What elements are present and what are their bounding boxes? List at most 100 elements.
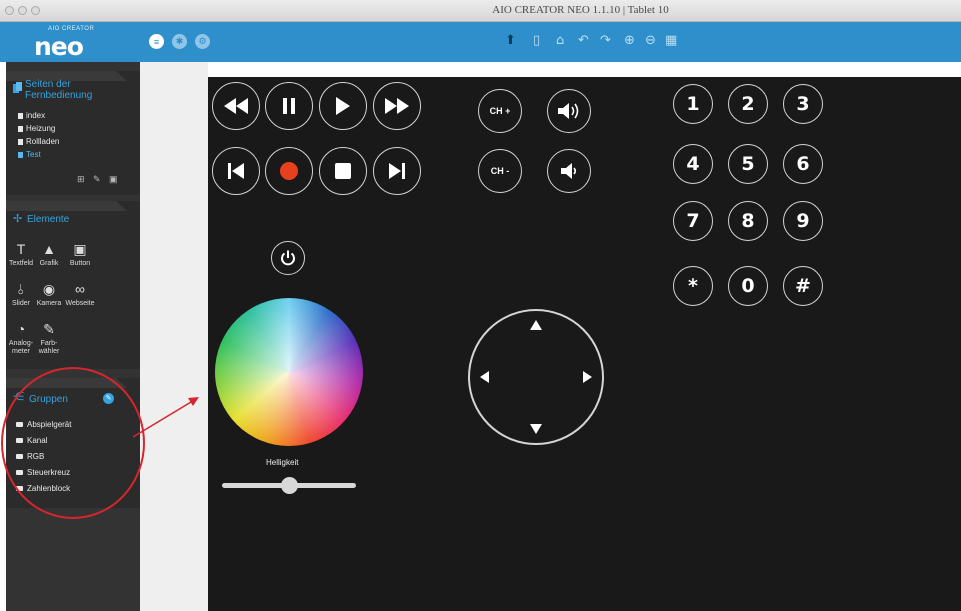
key-5-button[interactable]: 5 xyxy=(728,144,768,184)
power-icon xyxy=(281,250,295,266)
panel-header-shape xyxy=(6,378,127,388)
groups-panel: ⋲ Gruppen ✎ Abspielgerät Kanal RGB Steue… xyxy=(6,378,140,508)
folder-icon xyxy=(16,438,23,443)
groups-icon: ⋲ xyxy=(13,391,24,403)
window-title-bar: AIO CREATOR NEO 1.1.10 | Tablet 10 xyxy=(0,0,961,22)
brightness-slider-handle[interactable] xyxy=(280,477,298,494)
color-picker-icon: ✎ xyxy=(43,321,55,337)
direction-pad[interactable] xyxy=(468,309,604,445)
pages-icon xyxy=(13,82,22,93)
edit-group-icon[interactable]: ✎ xyxy=(103,393,114,404)
arrow-up-icon xyxy=(530,320,542,330)
key-8-button[interactable]: 8 xyxy=(728,201,768,241)
pause-icon xyxy=(283,98,295,114)
skip-back-icon xyxy=(228,163,244,179)
skip-forward-icon xyxy=(389,163,405,179)
button-icon: ▣ xyxy=(73,241,87,257)
window-title: AIO CREATOR NEO 1.1.10 | Tablet 10 xyxy=(492,4,669,16)
folder-icon xyxy=(16,422,23,427)
brightness-label: Helligkeit xyxy=(266,458,299,467)
remote-canvas: CH + CH - 1 2 3 4 5 6 7 8 9 * 0 # Hellig… xyxy=(208,77,961,611)
key-7-button[interactable]: 7 xyxy=(673,201,713,241)
pause-button[interactable] xyxy=(265,82,313,130)
page-icon xyxy=(18,112,23,119)
tablet-icon[interactable]: ▯ xyxy=(533,33,540,49)
image-icon: ▲ xyxy=(42,241,56,257)
grid-icon[interactable]: ▦ xyxy=(665,33,677,49)
volume-down-button[interactable] xyxy=(547,149,591,193)
fast-forward-icon xyxy=(385,98,409,114)
direction-arrows xyxy=(480,320,592,434)
remote-icon[interactable]: ✱ xyxy=(172,34,187,49)
group-item[interactable]: Abspielgerät xyxy=(16,420,71,429)
stop-button[interactable] xyxy=(319,147,367,195)
channel-down-button[interactable]: CH - xyxy=(478,149,522,193)
panel-header-shape xyxy=(6,201,127,211)
group-item[interactable]: RGB xyxy=(16,452,44,461)
app-logo: AIO CREATOR neo xyxy=(34,26,98,61)
color-wheel[interactable] xyxy=(215,298,363,446)
skip-forward-button[interactable] xyxy=(373,147,421,195)
element-button[interactable]: ▣ Button xyxy=(60,241,100,268)
upload-icon[interactable]: ⬆ xyxy=(505,33,516,49)
app-toolbar xyxy=(0,22,961,62)
fast-forward-button[interactable] xyxy=(373,82,421,130)
volume-up-icon xyxy=(558,103,579,119)
home-icon[interactable]: ⌂ xyxy=(556,33,564,49)
page-item-index[interactable]: index xyxy=(18,111,45,120)
volume-down-icon xyxy=(561,163,577,179)
settings-icon[interactable]: ⚙ xyxy=(195,34,210,49)
play-button[interactable] xyxy=(319,82,367,130)
textfield-icon: T xyxy=(16,241,26,257)
group-item[interactable]: Zahlenblock xyxy=(16,484,70,493)
arrow-left-icon xyxy=(480,371,489,383)
elements-panel: ✢ Elemente T Textfeld ▲ Grafik ▣ Button ⫰ Sl… xyxy=(6,201,140,369)
page-icon xyxy=(18,138,23,145)
element-farbwaehler[interactable]: ✎ Farb- wähler xyxy=(29,321,69,356)
brightness-slider[interactable] xyxy=(222,477,356,494)
key-star-button[interactable]: * xyxy=(673,266,713,306)
skip-back-button[interactable] xyxy=(212,147,260,195)
key-3-button[interactable]: 3 xyxy=(783,84,823,124)
delete-page-icon[interactable]: ▣ xyxy=(109,174,118,185)
channel-up-button[interactable]: CH + xyxy=(478,89,522,133)
key-6-button[interactable]: 6 xyxy=(783,144,823,184)
folder-icon xyxy=(16,470,23,475)
zoom-in-icon[interactable]: ⊕ xyxy=(624,33,635,49)
page-item-rollladen[interactable]: Rollladen xyxy=(18,137,59,146)
arrow-right-icon xyxy=(583,371,592,383)
power-button[interactable] xyxy=(271,241,305,275)
pages-panel: Seiten der Fernbedienung index Heizung R… xyxy=(6,71,140,195)
gauge-icon: ◔ xyxy=(16,321,26,337)
key-0-button[interactable]: 0 xyxy=(728,266,768,306)
undo-icon[interactable]: ↶ xyxy=(578,33,589,49)
page-item-heizung[interactable]: Heizung xyxy=(18,124,55,133)
workspace-gutter xyxy=(140,62,208,611)
key-2-button[interactable]: 2 xyxy=(728,84,768,124)
zoom-out-icon[interactable]: ⊖ xyxy=(645,33,656,49)
sidebar: Seiten der Fernbedienung index Heizung R… xyxy=(6,62,140,611)
page-icon xyxy=(18,151,23,158)
page-label: index xyxy=(26,111,46,120)
key-hash-button[interactable]: # xyxy=(783,266,823,306)
group-item[interactable]: Kanal xyxy=(16,436,47,445)
element-webseite[interactable]: ∞ Webseite xyxy=(60,281,100,308)
redo-icon[interactable]: ↷ xyxy=(600,33,611,49)
rewind-button[interactable] xyxy=(212,82,260,130)
key-4-button[interactable]: 4 xyxy=(673,144,713,184)
record-button[interactable] xyxy=(265,147,313,195)
volume-up-button[interactable] xyxy=(547,89,591,133)
key-9-button[interactable]: 9 xyxy=(783,201,823,241)
rewind-icon xyxy=(224,98,248,114)
group-item[interactable]: Steuerkreuz xyxy=(16,468,70,477)
key-1-button[interactable]: 1 xyxy=(673,84,713,124)
page-label: Test xyxy=(26,150,41,159)
arrow-down-icon xyxy=(530,424,542,434)
page-icon xyxy=(18,125,23,132)
menu-icon[interactable]: ≡ xyxy=(149,34,164,49)
play-icon xyxy=(336,97,350,115)
page-item-test[interactable]: Test xyxy=(18,150,41,159)
add-page-icon[interactable]: ⊞ xyxy=(77,174,85,185)
edit-page-icon[interactable]: ✎ xyxy=(93,174,101,185)
folder-icon xyxy=(16,486,23,491)
